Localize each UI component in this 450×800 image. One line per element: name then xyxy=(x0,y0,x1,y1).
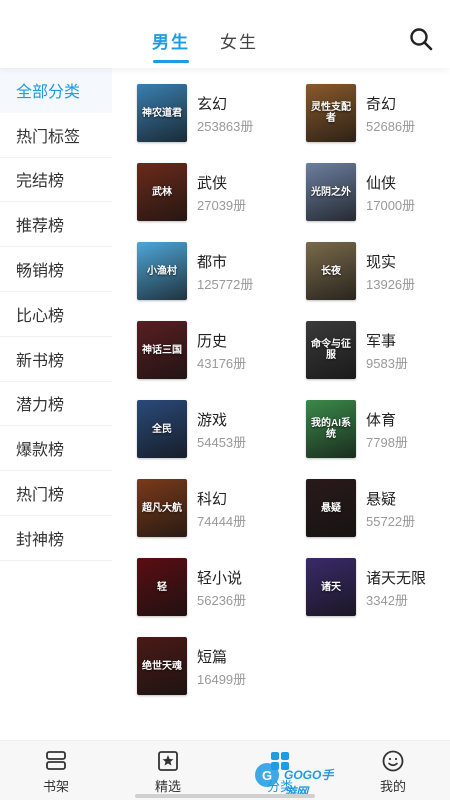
book-cover: 长夜 xyxy=(306,242,356,300)
category-count: 56236册 xyxy=(197,593,247,608)
featured-star-icon xyxy=(158,751,178,771)
book-cover: 神话三国 xyxy=(137,321,187,379)
nav-bookshelf-label: 书架 xyxy=(42,779,69,794)
nav-featured[interactable]: 精选 xyxy=(138,749,198,795)
category-card[interactable]: 我的AI系统 体育 7798册 xyxy=(306,400,450,460)
sidebar-item-popular[interactable]: 热门榜 xyxy=(0,471,112,516)
nav-bookshelf[interactable]: 书架 xyxy=(26,749,86,795)
category-name: 悬疑 xyxy=(366,491,397,508)
category-name: 都市 xyxy=(197,254,228,271)
book-cover: 绝世天魂 xyxy=(137,637,187,695)
sidebar-item-heart[interactable]: 比心榜 xyxy=(0,292,112,337)
sidebar-item-bestselling[interactable]: 畅销榜 xyxy=(0,247,112,292)
category-card[interactable]: 武林 武侠 27039册 xyxy=(137,163,287,223)
category-card[interactable]: 小渔村 都市 125772册 xyxy=(137,242,287,302)
watermark-logo: G GOGO手游网 xyxy=(250,752,340,799)
sidebar-item-legend[interactable]: 封神榜 xyxy=(0,516,112,561)
category-card[interactable]: 悬疑 悬疑 55722册 xyxy=(306,479,450,539)
search-icon xyxy=(410,28,433,51)
category-name: 现实 xyxy=(366,254,397,271)
category-count: 3342册 xyxy=(366,593,408,608)
book-cover: 诸天 xyxy=(306,558,356,616)
category-count: 253863册 xyxy=(197,119,254,134)
category-count: 54453册 xyxy=(197,435,247,450)
book-cover: 武林 xyxy=(137,163,187,221)
book-cover: 悬疑 xyxy=(306,479,356,537)
smile-profile-icon xyxy=(382,750,404,772)
category-card[interactable]: 神农道君 玄幻 253863册 xyxy=(137,84,287,144)
sidebar-item-all[interactable]: 全部分类 xyxy=(0,68,112,113)
category-count: 55722册 xyxy=(366,514,416,529)
sidebar-item-potential[interactable]: 潜力榜 xyxy=(0,382,112,427)
category-count: 27039册 xyxy=(197,198,247,213)
category-card[interactable]: 诸天 诸天无限 3342册 xyxy=(306,558,450,618)
watermark-icon: G xyxy=(255,763,279,787)
category-name: 科幻 xyxy=(197,491,228,508)
category-count: 17000册 xyxy=(366,198,416,213)
book-cover: 我的AI系统 xyxy=(306,400,356,458)
tab-female[interactable]: 女生 xyxy=(220,28,258,53)
book-cover: 神农道君 xyxy=(137,84,187,142)
sidebar-item-recommended[interactable]: 推荐榜 xyxy=(0,202,112,248)
category-card[interactable]: 长夜 现实 13926册 xyxy=(306,242,450,302)
book-cover: 命令与征服 xyxy=(306,321,356,379)
book-cover: 光阴之外 xyxy=(306,163,356,221)
category-sidebar: 全部分类 热门标签 完结榜 推荐榜 畅销榜 比心榜 新书榜 潜力榜 爆款榜 热门… xyxy=(0,68,112,740)
nav-mine[interactable]: 我的 xyxy=(363,749,423,795)
book-cover: 超凡大航 xyxy=(137,479,187,537)
bookshelf-icon xyxy=(46,751,66,770)
category-card[interactable]: 超凡大航 科幻 74444册 xyxy=(137,479,287,539)
category-count: 52686册 xyxy=(366,119,416,134)
nav-featured-label: 精选 xyxy=(154,779,181,794)
category-card[interactable]: 灵性支配者 奇幻 52686册 xyxy=(306,84,450,144)
top-header: 男生 女生 xyxy=(0,0,450,68)
sidebar-item-hot-tags[interactable]: 热门标签 xyxy=(0,113,112,158)
tab-male[interactable]: 男生 xyxy=(152,28,190,53)
category-name: 历史 xyxy=(197,333,228,350)
category-name: 军事 xyxy=(366,333,397,350)
category-card[interactable]: 轻 轻小说 56236册 xyxy=(137,558,287,618)
category-card[interactable]: 神话三国 历史 43176册 xyxy=(137,321,287,381)
category-card[interactable]: 绝世天魂 短篇 16499册 xyxy=(137,637,287,697)
category-card[interactable]: 光阴之外 仙侠 17000册 xyxy=(306,163,450,223)
category-name: 轻小说 xyxy=(197,570,243,587)
svg-text:G: G xyxy=(262,768,272,783)
category-name: 玄幻 xyxy=(197,96,228,113)
category-name: 游戏 xyxy=(197,412,228,429)
category-count: 13926册 xyxy=(366,277,416,292)
category-name: 奇幻 xyxy=(366,96,397,113)
sidebar-item-completed[interactable]: 完结榜 xyxy=(0,158,112,203)
book-cover: 轻 xyxy=(137,558,187,616)
category-count: 43176册 xyxy=(197,356,247,371)
category-name: 体育 xyxy=(366,412,397,429)
home-indicator xyxy=(135,794,315,798)
category-name: 仙侠 xyxy=(366,175,397,192)
category-count: 16499册 xyxy=(197,672,247,687)
category-name: 武侠 xyxy=(197,175,228,192)
book-cover: 灵性支配者 xyxy=(306,84,356,142)
sidebar-item-new[interactable]: 新书榜 xyxy=(0,337,112,382)
search-button[interactable] xyxy=(408,26,434,52)
bottom-navigation: 书架 精选 分类 我的 xyxy=(0,740,450,800)
category-card[interactable]: 命令与征服 军事 9583册 xyxy=(306,321,450,381)
category-count: 125772册 xyxy=(197,277,254,292)
book-cover: 小渔村 xyxy=(137,242,187,300)
category-count: 7798册 xyxy=(366,435,408,450)
category-card[interactable]: 全民 游戏 54453册 xyxy=(137,400,287,460)
category-count: 9583册 xyxy=(366,356,408,371)
category-name: 短篇 xyxy=(197,649,228,666)
category-count: 74444册 xyxy=(197,514,247,529)
category-name: 诸天无限 xyxy=(366,570,427,587)
nav-mine-label: 我的 xyxy=(379,779,406,794)
active-tab-indicator xyxy=(153,60,189,63)
sidebar-item-hit[interactable]: 爆款榜 xyxy=(0,426,112,472)
book-cover: 全民 xyxy=(137,400,187,458)
